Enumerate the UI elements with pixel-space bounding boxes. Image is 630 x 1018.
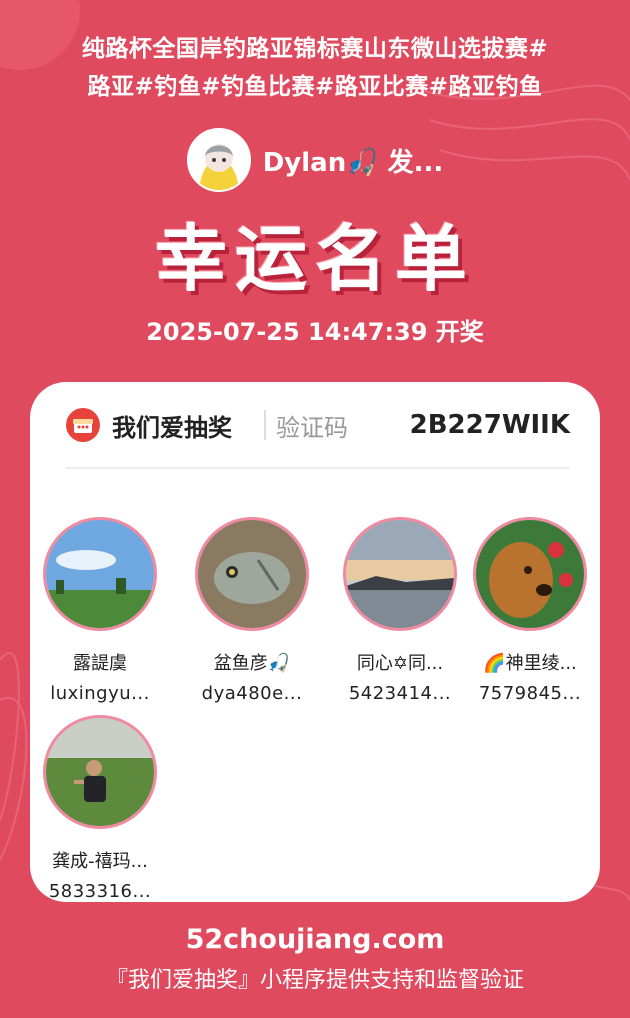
winner-name: 🌈神里绫... — [483, 653, 577, 674]
host-info: Dylan🎣 发... — [0, 128, 630, 192]
sky-photo-icon — [46, 520, 154, 628]
fish-photo-icon — [198, 520, 306, 628]
winner-id: 7579845... — [478, 683, 582, 704]
winner-id: dya480e... — [201, 683, 303, 704]
winner-avatar[interactable] — [43, 517, 157, 631]
winner-item[interactable]: 盆鱼彦🎣 dya480e... — [182, 517, 322, 704]
winner-item[interactable]: 同心✡同... 5423414... — [330, 517, 470, 704]
verify-label: 验证码 — [276, 413, 348, 442]
winner-item[interactable]: 龚成-禧玛... 5833316... — [30, 715, 170, 902]
anime-avatar-icon — [188, 130, 249, 190]
winner-item[interactable]: 露諟虞 luxingyu... — [30, 517, 170, 704]
footer-note: 『我们爱抽奖』小程序提供支持和监督验证 — [105, 968, 524, 993]
lucky-list-banner: 幸运名单 — [154, 217, 475, 301]
winner-avatar[interactable] — [473, 517, 587, 631]
verify-code: 2B227WIIK — [409, 410, 570, 440]
winner-avatar[interactable] — [43, 715, 157, 829]
sunset-lake-photo-icon — [346, 520, 454, 628]
brand-name: 我们爱抽奖 — [112, 413, 232, 442]
winner-name: 同心✡同... — [356, 653, 444, 674]
footer-url[interactable]: 52choujiang.com — [0, 924, 630, 955]
host-avatar[interactable] — [186, 128, 251, 192]
header-separator — [264, 410, 266, 440]
person-outdoor-photo-icon — [46, 718, 154, 826]
gift-icon — [66, 408, 100, 442]
draw-time: 2025-07-25 14:47:39 开奖 — [146, 318, 484, 346]
winner-id: 5423414... — [348, 683, 452, 704]
dog-photo-icon — [476, 520, 584, 628]
card-divider — [66, 467, 570, 469]
title-line-1: 纯路杯全国岸钓路亚锦标赛山东微山选拔赛# — [81, 36, 549, 62]
card-header: 我们爱抽奖 验证码 2B227WIIK — [66, 402, 570, 448]
host-name: Dylan🎣 发... — [262, 147, 444, 178]
winner-id: luxingyu... — [50, 683, 150, 704]
winner-name: 龚成-禧玛... — [52, 851, 148, 872]
winner-name: 盆鱼彦🎣 — [213, 653, 291, 674]
title-line-2: 路亚#钓鱼#钓鱼比赛#路亚比赛#路亚钓鱼 — [87, 74, 543, 100]
winner-name: 露諟虞 — [73, 653, 127, 674]
winners-card: 我们爱抽奖 验证码 2B227WIIK 露諟虞 luxingyu... 盆鱼彦🎣… — [30, 382, 600, 902]
winner-avatar[interactable] — [343, 517, 457, 631]
winner-avatar[interactable] — [195, 517, 309, 631]
winner-id: 5833316... — [48, 881, 152, 902]
event-title: 纯路杯全国岸钓路亚锦标赛山东微山选拔赛# 路亚#钓鱼#钓鱼比赛#路亚比赛#路亚钓… — [20, 30, 610, 106]
winner-item[interactable]: 🌈神里绫... 7579845... — [460, 517, 600, 704]
